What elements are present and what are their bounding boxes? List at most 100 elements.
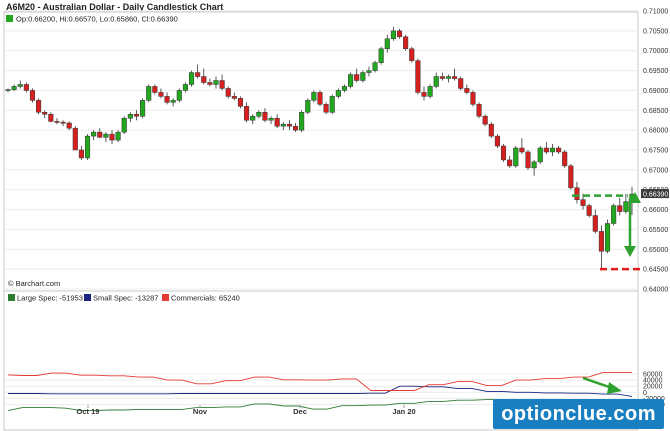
y-tick-label: 0.67500 [643,148,668,155]
sub-legend-label: Commercials: 65240 [171,294,240,303]
main-y-axis: 0.71000 0.70500 0.70000 0.69500 0.69000 0.685… [643,9,668,294]
y-tick-label: 0.68000 [643,128,668,135]
sub-legend-swatch [162,294,169,301]
candle-body [91,131,97,137]
candle-body [488,123,494,137]
sub-legend: Large Spec: -51953 Small Spec: -13287 Comm… [8,294,240,303]
candle-body [250,115,256,121]
series-line [8,385,633,397]
candle-body [323,104,329,113]
candle-body [439,76,445,79]
y-tick-label: 0.70500 [643,28,668,35]
candle-body [103,133,109,138]
candle-body [360,72,366,81]
candle-body [36,100,42,113]
main-gridlines [4,10,638,290]
candle-body [305,100,311,113]
candle-body [311,92,317,101]
candle-body [562,151,568,167]
current-price-label: 0.66390 [641,189,669,199]
candle-body [384,38,390,49]
candle-body [158,92,164,97]
candle-body [109,133,115,141]
arrow-down-icon [624,246,636,257]
brand-watermark[interactable]: optionclue.com [493,399,664,429]
candle-body [133,114,140,117]
candle-body [580,199,586,206]
candle-body [623,201,629,212]
candle-body [464,88,470,93]
candle-body [292,125,299,131]
y-tick-label: 0.70000 [643,48,668,55]
candle-body [72,127,78,151]
x-tick-label: Nov [193,407,208,416]
candle-body [537,147,543,163]
y-tick-label: 0.68500 [643,108,668,115]
candle-body [513,147,519,167]
candle-body [366,70,372,73]
y-tick-label: 0.69500 [643,68,668,75]
candle-body [280,123,286,127]
candle-body [604,223,611,252]
y-tick-label: 0.64000 [643,287,668,294]
x-tick-label: Dec [293,407,307,416]
candle-body [378,48,384,63]
candle-body [507,159,513,167]
y-tick-label: 0.65000 [643,247,668,254]
candle-body [409,48,415,61]
y-tick-label: 0.66000 [643,207,668,214]
sub-legend-label: Small Spec: -13287 [93,294,158,303]
candle-body [543,147,549,153]
candle-body [5,89,11,91]
candle-body [494,135,500,147]
candle-body [329,96,335,113]
candle-body [84,135,91,159]
candle-body [146,86,152,101]
candle-body [66,122,72,129]
candle-body [415,60,421,93]
y-tick-label: 0.71000 [643,9,668,16]
y-tick-label: 0.69000 [643,88,668,95]
candle-body [48,114,54,122]
candle-body [482,115,488,125]
candle-body [592,215,598,232]
candle-body [611,205,617,224]
candle-body [396,30,403,38]
candle-body [207,82,213,85]
candle-body [219,80,225,89]
candle-body [23,84,29,91]
candle-body [11,86,17,90]
candle-body [500,145,507,161]
x-tick-label: Jan 20 [392,407,415,416]
candle-body [29,90,36,101]
candle-body [201,76,207,83]
candle-body [195,72,201,77]
candle-body [262,112,268,121]
chart-canvas: A6M20 - Australian Dollar - Daily Candle… [3,2,669,431]
candle-body [549,147,556,153]
candle-body [188,72,195,85]
candle-body [286,123,292,127]
candle-body [421,92,427,97]
candle-body [403,36,409,49]
candle-body [531,161,537,169]
current-price-value: 0.66390 [643,192,668,199]
candle-body [17,84,23,87]
candle-body [390,30,396,40]
candle-body [152,86,158,93]
y-tick-label: 0.64500 [643,267,668,274]
candle-body [42,112,48,115]
ohlc-legend-swatch [6,15,13,22]
x-tick-label: Oct 19 [77,407,100,416]
candle-body [458,78,464,89]
candle-body [445,76,452,79]
candle-body [60,121,66,124]
candle-body [335,90,341,97]
candle-body [470,92,476,105]
candle-body [54,121,60,123]
candle-body [525,151,531,169]
ohlc-legend: Op:0.66200, Hi:0.66570, Lo:0.65860, Cl:0… [16,15,178,24]
candlesticks [5,26,635,270]
candle-body [317,92,323,105]
candle-body [274,117,280,127]
